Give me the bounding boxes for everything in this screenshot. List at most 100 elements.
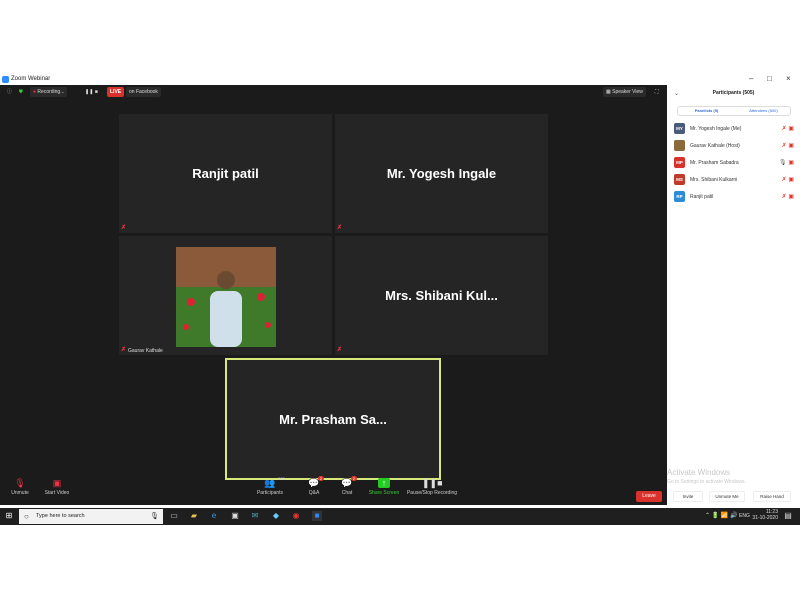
info-icon[interactable]: ⓘ (4, 87, 15, 97)
task-view-icon[interactable]: ▭ (169, 511, 179, 521)
muted-video-off-icon: ✗ ▣ (781, 177, 794, 183)
tile-name: Ranjit patil (192, 166, 259, 181)
participants-count: 505 (278, 476, 285, 481)
video-tile[interactable]: Mr. Yogesh Ingale ✗ (335, 114, 548, 233)
window-title: Zoom Webinar (11, 76, 51, 82)
chat-button[interactable]: 💬 Chat 2 (327, 476, 367, 496)
participant-row[interactable]: MS Mrs. Shibani Kulkarni ✗ ▣ (674, 174, 794, 186)
participant-name: Mr. Yogesh Ingale (Me) (690, 126, 742, 132)
participant-name: Ranjit patil (690, 194, 714, 200)
unmute-me-button[interactable]: Unmute Me (709, 491, 745, 502)
file-explorer-icon[interactable]: ▰ (189, 511, 199, 521)
raise-hand-button[interactable]: Raise Hand (753, 491, 791, 502)
muted-video-off-icon: ✗ ▣ (781, 126, 794, 132)
participants-icon: 👥 (264, 478, 276, 488)
video-tile[interactable]: Ranjit patil ✗ (119, 114, 332, 233)
meeting-controls: 🎙 Unmute ▣ Start Video 👥 Participants 50… (0, 476, 667, 506)
search-icon: ○ (24, 512, 29, 521)
participant-video (176, 247, 276, 347)
mic-muted-icon: 🎙 (14, 478, 26, 488)
tile-name: Gaurav Kathale (128, 348, 163, 354)
fullscreen-icon[interactable]: ⛶ (652, 87, 662, 97)
windows-start-icon[interactable]: ⊞ (4, 511, 14, 521)
notifications-icon[interactable]: ▤ (783, 511, 793, 521)
close-button[interactable]: × (786, 74, 791, 83)
zoom-window: Zoom Webinar – □ × ⓘ ⛊ ● Recording... ❚❚… (0, 74, 800, 525)
active-speaker-tile[interactable]: Mr. Prasham Sa... (225, 358, 441, 480)
clock[interactable]: 11:23 31-10-2020 (752, 509, 778, 521)
tab-panelists[interactable]: Panelists (5) (678, 107, 735, 115)
zoom-taskbar-icon[interactable]: ■ (312, 511, 322, 521)
qa-label: Q&A (308, 490, 320, 496)
minimize-button[interactable]: – (749, 74, 753, 83)
store-icon[interactable]: ▣ (230, 511, 240, 521)
search-placeholder: Type here to search (36, 513, 85, 519)
activate-windows-subtitle: Go to Settings to activate Windows. (667, 479, 746, 485)
windows-taskbar: ⊞ ○ Type here to search 🎙 ▭ ▰ e ▣ ✉ ◆ ◉ … (0, 508, 800, 525)
speaker-view-label: Speaker View (612, 89, 643, 95)
qa-badge: 2 (317, 476, 324, 481)
muted-video-off-icon: ✗ ▣ (781, 194, 794, 200)
video-tile[interactable]: ✗ Gaurav Kathale (119, 236, 332, 355)
pause-recording-button[interactable]: ❚❚■ Pause/Stop Recording (404, 476, 460, 496)
taskbar-search[interactable]: ○ Type here to search 🎙 (19, 509, 163, 524)
pause-recording-label: Pause/Stop Recording (406, 490, 458, 496)
participant-row[interactable]: MP Mr. Prasham Sabadra 🎙 ▣ (674, 157, 794, 169)
recording-indicator: ● Recording... (30, 87, 68, 97)
avatar: MP (674, 157, 685, 168)
panel-footer: Invite Unmute Me Raise Hand (673, 491, 795, 503)
pause-record-icon[interactable]: ❚❚ ■ (82, 87, 101, 97)
share-screen-label: Share Screen (368, 490, 400, 496)
panel-title: Participants (505) (712, 90, 755, 96)
mic-muted-icon: ✗ (121, 347, 127, 353)
participant-name: Mr. Prasham Sabadra (690, 160, 739, 166)
video-tile[interactable]: Mrs. Shibani Kul... ✗ (335, 236, 548, 355)
participant-row[interactable]: RP Ranjit patil ✗ ▣ (674, 191, 794, 203)
participant-name: Mrs. Shibani Kulkarni (690, 177, 738, 183)
participants-button[interactable]: 👥 Participants 505 (250, 476, 290, 496)
video-stage: ⓘ ⛊ ● Recording... ❚❚ ■ LIVE on Facebook… (0, 85, 667, 505)
activate-windows-title: Activate Windows (667, 468, 731, 477)
tab-attendees[interactable]: Attendees (500) (735, 107, 792, 115)
participant-video-frame (176, 247, 276, 347)
live-target[interactable]: on Facebook (126, 87, 161, 97)
mic-muted-icon: ✗ (337, 347, 343, 353)
pause-stop-icon: ❚❚■ (422, 478, 443, 488)
speaker-view-button[interactable]: ▦ Speaker View (603, 87, 646, 97)
chrome-icon[interactable]: ◉ (291, 511, 301, 521)
tray-icons[interactable]: ⌃ 🔋 📶 🔊 (705, 512, 737, 519)
start-video-button[interactable]: ▣ Start Video (37, 476, 77, 496)
title-bar: Zoom Webinar – □ × (0, 74, 800, 85)
participants-label: Participants (256, 490, 284, 496)
microphone-icon[interactable]: 🎙 (150, 509, 159, 524)
avatar (674, 140, 685, 151)
recording-label: Recording... (37, 89, 65, 95)
record-dot-icon: ● (33, 89, 37, 95)
participant-row[interactable]: MY Mr. Yogesh Ingale (Me) ✗ ▣ (674, 123, 794, 135)
tile-name: Mr. Yogesh Ingale (386, 166, 497, 181)
share-screen-button[interactable]: ↑ Share Screen (364, 476, 404, 496)
leave-button[interactable]: Leave (636, 491, 662, 502)
security-shield-icon[interactable]: ⛊ (16, 87, 26, 97)
edge-icon[interactable]: e (209, 511, 219, 521)
avatar: MS (674, 174, 685, 185)
language-indicator[interactable]: ENG (739, 513, 750, 519)
grid-icon: ▦ (606, 89, 611, 95)
invite-button[interactable]: Invite (673, 491, 703, 502)
meeting-top-bar: ⓘ ⛊ ● Recording... ❚❚ ■ LIVE on Facebook… (0, 85, 667, 99)
mic-video-off-icon: 🎙 ▣ (779, 160, 794, 166)
unmute-button[interactable]: 🎙 Unmute (0, 476, 40, 496)
app-icon[interactable]: ◆ (271, 511, 281, 521)
share-screen-icon: ↑ (378, 478, 390, 488)
clock-date: 31-10-2020 (752, 515, 778, 521)
mail-icon[interactable]: ✉ (250, 511, 260, 521)
muted-video-off-icon: ✗ ▣ (781, 143, 794, 149)
tile-name: Mrs. Shibani Kul... (385, 288, 498, 303)
participant-row[interactable]: Gaurav Kathale (Host) ✗ ▣ (674, 140, 794, 152)
mic-muted-icon: ✗ (337, 225, 343, 231)
mic-muted-icon: ✗ (121, 225, 127, 231)
panel-tabs: Panelists (5) Attendees (500) (677, 106, 791, 116)
maximize-button[interactable]: □ (767, 74, 772, 83)
live-badge: LIVE (107, 87, 125, 97)
start-video-label: Start Video (44, 490, 70, 496)
